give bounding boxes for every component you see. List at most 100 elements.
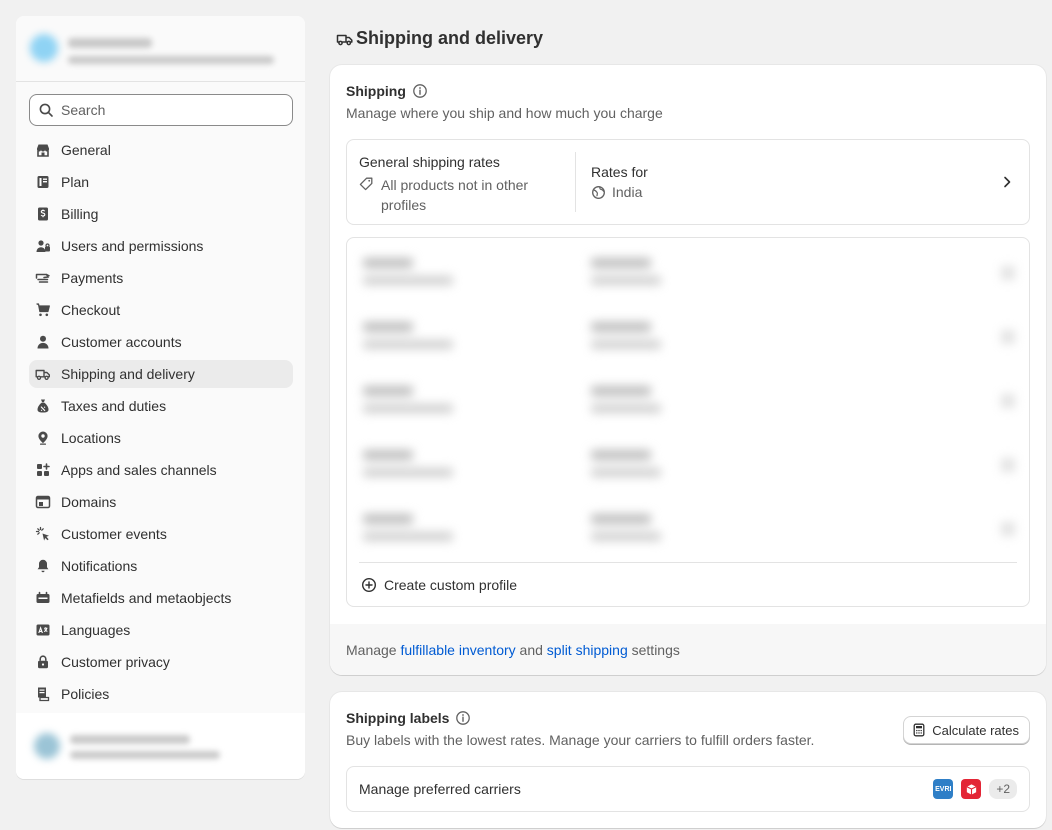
truck-icon	[35, 366, 51, 382]
create-custom-profile-button[interactable]: Create custom profile	[361, 577, 517, 593]
profile-row[interactable]	[355, 244, 1023, 308]
sidebar-item-metafields-and-metaobjects[interactable]: Metafields and metaobjects	[29, 584, 293, 612]
sidebar-item-label: Customer events	[61, 526, 167, 542]
shipping-subtitle: Manage where you ship and how much you c…	[346, 105, 663, 121]
sidebar-item-label: Apps and sales channels	[61, 462, 217, 478]
divider	[575, 152, 576, 212]
dhl-box-carrier-logo	[961, 779, 982, 799]
general-rates-title: General shipping rates	[359, 154, 500, 170]
sidebar-item-billing[interactable]: Billing	[29, 200, 293, 228]
shipping-labels-card: Shipping labels Buy labels with the lowe…	[330, 692, 1046, 828]
user-name-blurred	[70, 735, 190, 744]
preferred-carriers-label: Manage preferred carriers	[359, 781, 521, 797]
sidebar-item-label: Billing	[61, 206, 99, 222]
create-custom-profile-label: Create custom profile	[384, 577, 518, 593]
search-input[interactable]	[61, 102, 281, 118]
languages-icon	[35, 622, 51, 638]
settings-sidebar: General Plan Billing Users and permissions P…	[16, 16, 305, 779]
sidebar-item-label: Languages	[61, 622, 131, 638]
calculate-rates-button[interactable]: Calculate rates	[903, 716, 1030, 744]
profile-row[interactable]	[355, 308, 1023, 372]
store-header[interactable]	[16, 16, 305, 82]
cart-icon	[35, 302, 51, 318]
tax-icon	[35, 398, 51, 414]
footer-text: Manage	[346, 642, 397, 658]
sidebar-item-checkout[interactable]: Checkout	[29, 296, 293, 324]
evri-carrier-logo: EVRI	[933, 779, 954, 799]
sidebar-item-shipping-and-delivery[interactable]: Shipping and delivery	[29, 360, 293, 388]
sidebar-item-label: Domains	[61, 494, 117, 510]
chevron-right-icon	[1004, 176, 1011, 188]
calculator-icon	[913, 723, 925, 737]
person-icon	[35, 334, 51, 350]
profile-row[interactable]	[355, 372, 1023, 436]
profile-row[interactable]	[355, 500, 1023, 564]
calculate-rates-label: Calculate rates	[932, 722, 1019, 738]
sidebar-item-plan[interactable]: Plan	[29, 168, 293, 196]
sidebar-item-label: Locations	[61, 430, 121, 446]
sidebar-item-label: Checkout	[61, 302, 121, 318]
apps-icon	[35, 462, 51, 478]
shipping-title: Shipping	[346, 83, 406, 99]
page-title: Shipping and delivery	[356, 28, 544, 48]
profile-row[interactable]	[355, 436, 1023, 500]
info-icon[interactable]	[412, 83, 428, 99]
divider	[359, 562, 1017, 563]
tag-icon	[359, 177, 373, 191]
sidebar-item-label: Users and permissions	[61, 238, 204, 254]
sidebar-item-payments[interactable]: Payments	[29, 264, 293, 292]
sidebar-item-label: General	[61, 142, 111, 158]
sidebar-item-policies[interactable]: Policies	[29, 680, 293, 708]
info-icon[interactable]	[455, 710, 471, 726]
blurred-profiles	[355, 244, 1023, 558]
sidebar-item-customer-events[interactable]: Customer events	[29, 520, 293, 548]
rates-country: India	[612, 184, 643, 200]
search-box[interactable]	[29, 94, 293, 126]
more-carriers-badge: +2	[989, 779, 1017, 799]
sidebar-item-customer-privacy[interactable]: Customer privacy	[29, 648, 293, 676]
store-name-blurred	[68, 38, 152, 48]
preferred-carriers-row[interactable]: Manage preferred carriers EVRI +2	[346, 766, 1030, 812]
page-header: Shipping and delivery	[336, 28, 543, 49]
billing-icon	[35, 206, 51, 222]
sidebar-item-languages[interactable]: Languages	[29, 616, 293, 644]
globe-icon	[592, 185, 605, 199]
fulfillable-inventory-link[interactable]: fulfillable inventory	[400, 642, 515, 658]
sidebar-item-apps-and-sales-channels[interactable]: Apps and sales channels	[29, 456, 293, 484]
user-footer[interactable]	[16, 713, 305, 779]
sidebar-item-customer-accounts[interactable]: Customer accounts	[29, 328, 293, 356]
domains-icon	[35, 494, 51, 510]
sidebar-item-notifications[interactable]: Notifications	[29, 552, 293, 580]
users-icon	[35, 238, 51, 254]
store-url-blurred	[68, 56, 274, 64]
sidebar-item-locations[interactable]: Locations	[29, 424, 293, 452]
sidebar-item-general[interactable]: General	[29, 136, 293, 164]
labels-subtitle: Buy labels with the lowest rates. Manage…	[346, 732, 815, 748]
sidebar-item-taxes-and-duties[interactable]: Taxes and duties	[29, 392, 293, 420]
lock-icon	[35, 654, 51, 670]
sidebar-item-label: Payments	[61, 270, 124, 286]
location-icon	[35, 430, 51, 446]
sidebar-item-label: Customer privacy	[61, 654, 170, 670]
shipping-card: Shipping Manage where you ship and how m…	[330, 65, 1046, 675]
sidebar-item-label: Plan	[61, 174, 90, 190]
shipping-card-footer: Manage fulfillable inventory and split s…	[330, 624, 1046, 675]
store-avatar	[30, 34, 58, 62]
split-shipping-link[interactable]: split shipping	[547, 642, 628, 658]
shipping-title-row: Shipping	[346, 83, 663, 99]
search-icon	[39, 103, 53, 117]
labels-title: Shipping labels	[346, 710, 450, 726]
cursor-icon	[35, 526, 51, 542]
sidebar-item-users-and-permissions[interactable]: Users and permissions	[29, 232, 293, 260]
sidebar-item-label: Taxes and duties	[61, 398, 167, 414]
sidebar-item-domains[interactable]: Domains	[29, 488, 293, 516]
general-rates-row[interactable]: General shipping rates All products not …	[346, 139, 1030, 225]
rates-for-label: Rates for	[591, 164, 648, 180]
bell-icon	[35, 558, 51, 574]
policies-icon	[35, 686, 51, 702]
labels-title-row: Shipping labels	[346, 710, 814, 726]
box-icon	[966, 783, 977, 795]
sidebar-item-label: Notifications	[61, 558, 138, 574]
footer-text: and	[519, 642, 543, 658]
metafields-icon	[35, 590, 51, 606]
